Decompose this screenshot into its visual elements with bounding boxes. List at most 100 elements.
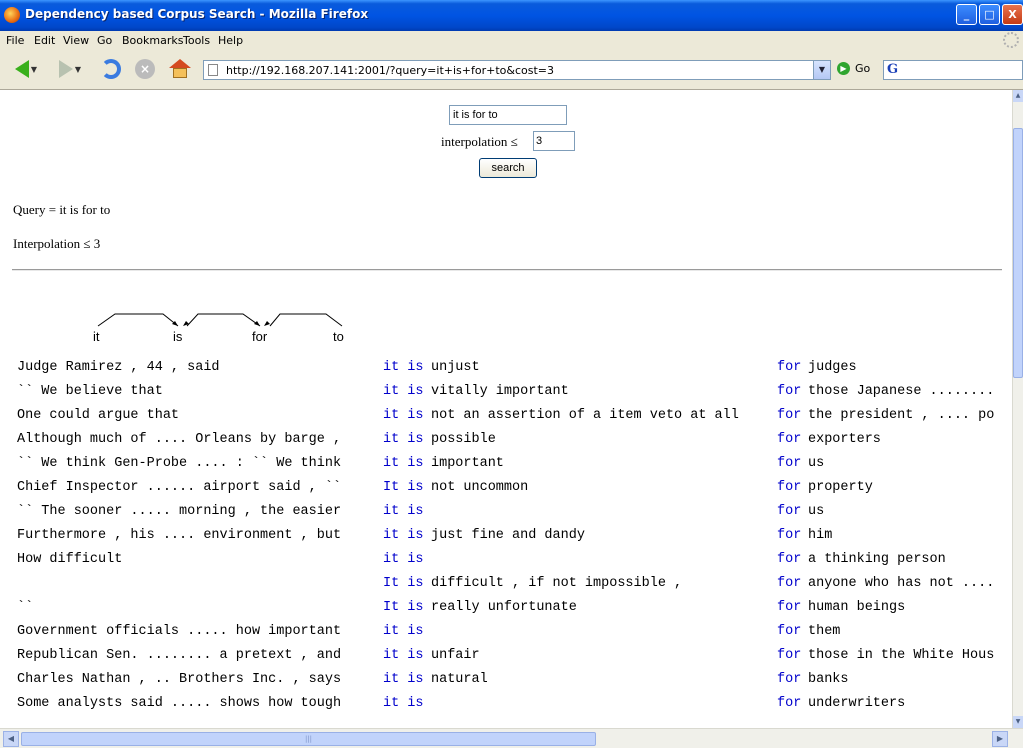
result-it-is: it is: [383, 624, 424, 639]
result-right-context: exporters: [808, 432, 881, 447]
result-it-is: it is: [383, 504, 424, 519]
vertical-scrollbar[interactable]: ▲ ▼: [1012, 90, 1023, 728]
search-button[interactable]: search: [479, 158, 537, 178]
result-left-context: Charles Nathan , .. Brothers Inc. , says: [17, 672, 342, 687]
forward-dropdown-icon[interactable]: ▼: [75, 65, 81, 74]
result-middle: unfair: [431, 648, 480, 663]
scroll-up-icon[interactable]: ▲: [1013, 90, 1023, 102]
arc-it-is: [97, 313, 179, 327]
result-it-is: it is: [383, 360, 424, 375]
result-left-context: Some analysts said ..... shows how tough: [17, 696, 342, 711]
vertical-scroll-thumb[interactable]: [1013, 128, 1023, 378]
table-row: `` The sooner ..... morning , the easier…: [0, 504, 1012, 528]
result-for: for: [777, 528, 802, 543]
result-left-context: One could argue that: [17, 408, 180, 423]
page-content: it is for to interpolation ≤ 3 search Qu…: [0, 90, 1012, 728]
google-icon[interactable]: G: [887, 62, 898, 77]
result-left-context: Republican Sen. ........ a pretext , and: [17, 648, 342, 663]
window-title: Dependency based Corpus Search - Mozilla…: [25, 7, 369, 21]
menu-help[interactable]: Help: [218, 34, 243, 47]
result-right-context: those Japanese ........: [808, 384, 995, 399]
table-row: Government officials ..... how important…: [0, 624, 1012, 648]
table-row: Charles Nathan , .. Brothers Inc. , says…: [0, 672, 1012, 696]
result-it-is: it is: [383, 456, 424, 471]
browser-window: Dependency based Corpus Search - Mozilla…: [0, 0, 1023, 748]
table-row: One could argue that it is not an assertio…: [0, 408, 1012, 432]
scroll-left-icon[interactable]: ◀: [3, 731, 19, 747]
go-button[interactable]: ▶ Go: [837, 62, 870, 75]
cost-input[interactable]: 3: [533, 131, 575, 151]
arc-for-is: [186, 313, 261, 327]
search-box[interactable]: G: [883, 60, 1023, 80]
result-for: for: [777, 456, 802, 471]
result-left-context: Judge Ramirez , 44 , said: [17, 360, 220, 375]
result-it-is: it is: [383, 672, 424, 687]
reload-icon: [101, 59, 121, 79]
result-it-is: it is: [383, 696, 424, 711]
menu-bar: File Edit View Go Bookmarks Tools Help: [0, 31, 1023, 51]
menu-edit[interactable]: Edit: [34, 34, 55, 47]
home-button[interactable]: [167, 56, 193, 82]
result-for: for: [777, 480, 802, 495]
throbber-icon: [1003, 32, 1019, 48]
result-left-context: Government officials ..... how important: [17, 624, 342, 639]
divider: [12, 269, 1002, 271]
menu-bookmarks[interactable]: Bookmarks: [122, 34, 183, 47]
table-row: Republican Sen. ........ a pretext , and…: [0, 648, 1012, 672]
result-right-context: property: [808, 480, 873, 495]
close-button[interactable]: X: [1002, 4, 1023, 25]
interpolation-summary: Interpolation ≤ 3: [13, 236, 101, 251]
result-right-context: underwriters: [808, 696, 906, 711]
result-for: for: [777, 408, 802, 423]
address-bar[interactable]: http://192.168.207.141:2001/?query=it+is…: [203, 60, 831, 80]
forward-arrow-icon: [58, 60, 73, 78]
result-left-context: `` The sooner ..... morning , the easier: [17, 504, 342, 519]
result-middle: just fine and dandy: [431, 528, 585, 543]
result-right-context: them: [808, 624, 841, 639]
result-middle: natural: [431, 672, 488, 687]
maximize-button[interactable]: □: [979, 4, 1000, 25]
menu-view[interactable]: View: [63, 34, 89, 47]
result-left-context: Chief Inspector ...... airport said , ``: [17, 480, 342, 495]
table-row: Judge Ramirez , 44 , said it is unjust for j…: [0, 360, 1012, 384]
result-it-is: it is: [383, 408, 424, 423]
result-left-context: ``: [17, 600, 34, 615]
result-it-is: it is: [383, 648, 424, 663]
menu-go[interactable]: Go: [97, 34, 112, 47]
horizontal-scroll-thumb[interactable]: |||: [21, 732, 596, 746]
stop-button[interactable]: ×: [132, 56, 158, 82]
result-middle: vitally important: [431, 384, 569, 399]
interpolation-label: interpolation ≤: [441, 134, 518, 149]
menu-tools[interactable]: Tools: [183, 34, 210, 47]
result-right-context: a thinking person: [808, 552, 946, 567]
page-icon: [208, 64, 218, 76]
scroll-down-icon[interactable]: ▼: [1013, 716, 1023, 728]
result-for: for: [777, 432, 802, 447]
result-for: for: [777, 648, 802, 663]
result-for: for: [777, 384, 802, 399]
result-right-context: us: [808, 504, 825, 519]
reload-button[interactable]: [98, 56, 124, 82]
query-input[interactable]: it is for to: [449, 105, 567, 125]
table-row: Although much of .... Orleans by barge ,…: [0, 432, 1012, 456]
dep-word-is: is: [173, 329, 183, 344]
result-it-is: It is: [383, 600, 424, 615]
minimize-button[interactable]: _: [956, 4, 977, 25]
result-for: for: [777, 696, 802, 711]
back-dropdown-icon[interactable]: ▼: [31, 65, 37, 74]
menu-file[interactable]: File: [6, 34, 24, 47]
forward-button[interactable]: ▼: [52, 56, 88, 82]
result-middle: not uncommon: [431, 480, 529, 495]
horizontal-scrollbar[interactable]: ◀ ||| ▶: [0, 728, 1023, 748]
dep-word-to: to: [333, 329, 344, 344]
result-right-context: judges: [808, 360, 857, 375]
result-it-is: it is: [383, 432, 424, 447]
url-dropdown-icon[interactable]: ▼: [813, 61, 830, 79]
url-text[interactable]: http://192.168.207.141:2001/?query=it+is…: [226, 64, 554, 77]
dep-word-for: for: [252, 329, 268, 344]
result-right-context: anyone who has not ....: [808, 576, 995, 591]
result-it-is: It is: [383, 576, 424, 591]
back-button[interactable]: ▼: [8, 56, 44, 82]
result-for: for: [777, 672, 802, 687]
scroll-right-icon[interactable]: ▶: [992, 731, 1008, 747]
